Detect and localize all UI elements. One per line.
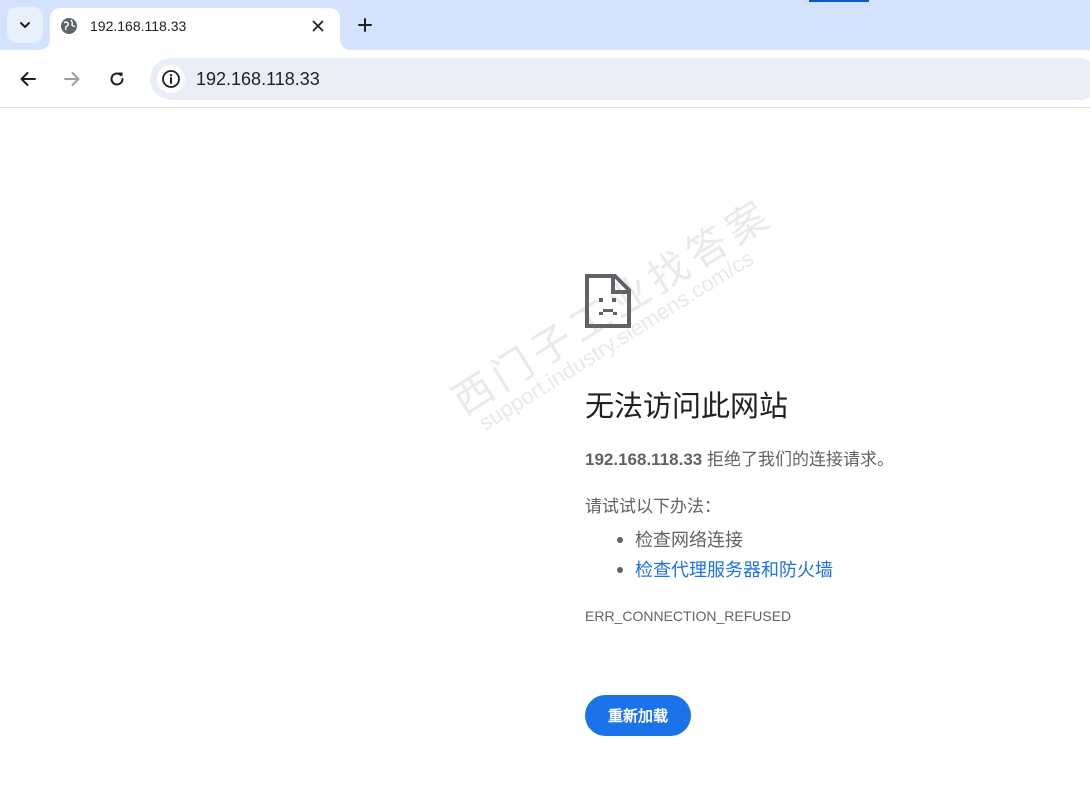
suggestion-check-network: 检查网络连接 (635, 530, 743, 550)
info-icon (162, 70, 180, 88)
reload-button[interactable]: 重新加载 (585, 695, 691, 736)
forward-button[interactable] (56, 63, 88, 95)
suggestion-item: 检查网络连接 (585, 525, 833, 555)
new-tab-button[interactable] (351, 11, 379, 39)
back-button[interactable] (12, 63, 44, 95)
error-description-text: 拒绝了我们的连接请求。 (702, 450, 894, 469)
reload-nav-button[interactable] (101, 63, 133, 95)
tab-active[interactable]: 192.168.118.33 (40, 8, 350, 50)
sad-page-icon (585, 274, 631, 328)
tab-search-button[interactable] (7, 7, 43, 43)
reload-icon (110, 72, 124, 86)
suggestion-item: 检查代理服务器和防火墙 (585, 555, 833, 585)
arrow-right-icon (64, 72, 80, 86)
address-bar[interactable]: 192.168.118.33 (150, 58, 1090, 100)
site-info-button[interactable] (157, 65, 185, 93)
error-host: 192.168.118.33 (585, 450, 703, 469)
address-bar-url[interactable]: 192.168.118.33 (196, 69, 320, 89)
chevron-down-icon (20, 22, 30, 28)
tab-strip-accent (809, 0, 869, 2)
error-page: 无法访问此网站 192.168.118.33 拒绝了我们的连接请求。 请试试以下… (0, 109, 1090, 800)
suggestion-check-proxy-link[interactable]: 检查代理服务器和防火墙 (635, 560, 833, 580)
browser-window: 192.168.118.33 192.168.118.33 无法访问此网站 19… (0, 0, 1090, 800)
tab-close-button[interactable] (308, 16, 328, 36)
tab-strip: 192.168.118.33 (0, 0, 1090, 50)
suggestions-title: 请试试以下办法： (585, 497, 721, 516)
tab-title: 192.168.118.33 (90, 18, 187, 34)
arrow-left-icon (20, 72, 36, 86)
error-title: 无法访问此网站 (585, 391, 789, 423)
error-description: 192.168.118.33 拒绝了我们的连接请求。 (585, 449, 894, 471)
toolbar: 192.168.118.33 (0, 50, 1090, 108)
plus-icon (358, 18, 372, 32)
suggestions-list: 检查网络连接 检查代理服务器和防火墙 (585, 525, 833, 585)
close-icon (312, 20, 324, 32)
error-code: ERR_CONNECTION_REFUSED (585, 608, 792, 624)
globe-icon (61, 18, 77, 34)
